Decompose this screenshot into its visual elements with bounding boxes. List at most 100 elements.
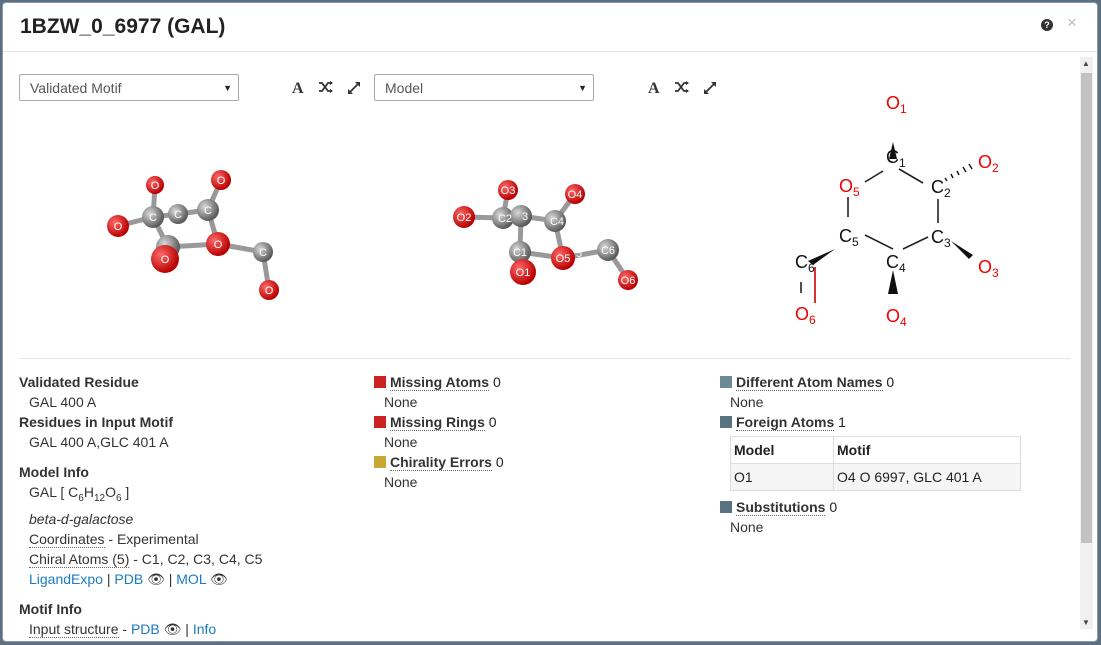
separator: - — [118, 620, 131, 637]
shuffle-icon[interactable] — [674, 80, 690, 98]
input-motif-value: GAL 400 A,GLC 401 A — [29, 434, 169, 450]
atom-index: 2 — [944, 186, 951, 200]
atom-label: O — [265, 285, 274, 297]
status-square — [720, 501, 732, 513]
modal-dialog: 1BZW_0_6977 (GAL) ? × Validated Motif ▼ … — [2, 2, 1098, 642]
middle-molecule-viewer[interactable]: O3 O4 O2 C2 3 C4 O1 O5 C1 5 C6 O6 — [443, 162, 663, 312]
svg-text:O1: O1 — [886, 93, 907, 116]
modal-title: 1BZW_0_6977 (GAL) — [20, 15, 226, 38]
atom-label: C2 — [498, 213, 512, 225]
svg-text:C5: C5 — [839, 226, 859, 249]
formula-h-sym: H — [83, 484, 94, 500]
missing-atoms-row: Missing Atoms 0 — [374, 372, 694, 392]
scroll-down-icon[interactable]: ▼ — [1082, 618, 1090, 627]
close-icon[interactable]: × — [1067, 14, 1077, 32]
input-structure-row: Input structure - PDB 👁 | Info — [19, 619, 359, 639]
missing-atoms-label[interactable]: Missing Atoms — [390, 374, 490, 391]
atom-label: O — [214, 239, 223, 251]
table-header-row: Model Motif — [730, 436, 1021, 464]
atom-symbol-o1: O — [886, 93, 900, 113]
chiral-label[interactable]: Chiral Atoms (5) — [29, 550, 130, 568]
missing-rings-value: None — [384, 434, 418, 450]
input-structure-label[interactable]: Input structure — [29, 620, 119, 638]
residue-info: Validated Residue GAL 400 A Residues in … — [19, 372, 359, 639]
foreign-row: Foreign Atoms 1 — [720, 412, 1060, 432]
atom-index: 5 — [852, 235, 859, 249]
expand-icon[interactable] — [703, 81, 717, 99]
chiral-value: - C1, C2, C3, C4, C5 — [129, 550, 263, 567]
status-square — [374, 416, 386, 428]
atom-label: C — [174, 209, 182, 221]
atom-symbol-c5: C — [839, 226, 852, 246]
chiral-row: Chiral Atoms (5) - C1, C2, C3, C4, C5 — [19, 549, 359, 569]
pdb-link[interactable]: PDB — [131, 621, 160, 637]
atom-label: O — [114, 221, 123, 233]
atom-label: C — [149, 212, 157, 224]
chirality-row: Chirality Errors 0 — [374, 452, 694, 472]
atom-label: O4 — [568, 189, 583, 201]
chirality-count: 0 — [495, 454, 504, 470]
left-view-select-value: Validated Motif — [30, 80, 122, 96]
left-molecule-viewer[interactable]: O O O C C O C O C O — [93, 162, 313, 312]
missing-atoms-count: 0 — [492, 374, 501, 390]
font-icon[interactable]: A — [292, 80, 304, 98]
atom-symbol-c6: C — [795, 252, 808, 272]
missing-rings-count: 0 — [488, 414, 497, 430]
chirality-label[interactable]: Chirality Errors — [390, 454, 492, 471]
status-square — [720, 416, 732, 428]
atom-label: 5 — [576, 248, 582, 260]
scrollbar[interactable]: ▲ ▼ — [1080, 57, 1093, 629]
links-row: LigandExpo | PDB 👁 | MOL 👁 — [19, 569, 359, 589]
atom-index: 3 — [992, 266, 999, 280]
errors-info: Missing Atoms 0 None Missing Rings 0 Non… — [374, 372, 694, 492]
status-square — [374, 456, 386, 468]
help-icon[interactable]: ? — [1041, 19, 1053, 31]
shuffle-icon[interactable] — [318, 80, 334, 98]
info-link[interactable]: Info — [193, 621, 216, 637]
atom-label: O5 — [556, 253, 571, 265]
scroll-up-icon[interactable]: ▲ — [1082, 59, 1090, 68]
atom-label: O1 — [516, 267, 531, 279]
mol-link[interactable]: MOL — [176, 571, 206, 587]
atom-label: O6 — [621, 275, 636, 287]
atom-index: 6 — [808, 261, 815, 275]
coordinates-label[interactable]: Coordinates — [29, 530, 105, 548]
atom-label: C — [259, 247, 267, 259]
formula-h: 12 — [93, 492, 106, 504]
eye-icon[interactable]: 👁 — [164, 621, 182, 637]
missing-rings-label[interactable]: Missing Rings — [390, 414, 485, 431]
ligandexpo-link[interactable]: LigandExpo — [29, 571, 103, 587]
foreign-count: 1 — [838, 414, 846, 430]
middle-view-select-value: Model — [385, 80, 424, 96]
subst-label[interactable]: Substitutions — [736, 499, 826, 516]
font-icon[interactable]: A — [648, 80, 660, 98]
eye-icon[interactable]: 👁 — [147, 571, 165, 587]
atom-label: O — [151, 180, 160, 192]
left-view-select[interactable]: Validated Motif ▼ — [19, 74, 239, 101]
svg-text:C1: C1 — [886, 147, 906, 170]
atom-symbol-o6: O — [795, 304, 809, 324]
atom-index: 4 — [900, 315, 907, 329]
atom-symbol-c4: C — [886, 252, 899, 272]
svg-text:O4: O4 — [886, 306, 907, 329]
svg-text:O3: O3 — [978, 257, 999, 280]
expand-icon[interactable] — [347, 81, 361, 99]
eye-icon[interactable]: 👁 — [210, 571, 228, 587]
atom-symbol-o4: O — [886, 306, 900, 326]
atom-label: 3 — [522, 211, 528, 223]
atom-index: 6 — [809, 313, 816, 327]
subst-count: 0 — [829, 499, 838, 515]
pdb-link[interactable]: PDB — [114, 571, 143, 587]
foreign-label[interactable]: Foreign Atoms — [736, 414, 835, 431]
subst-row: Substitutions 0 — [720, 497, 1060, 517]
atom-symbol-c2: C — [931, 177, 944, 197]
svg-text:C2: C2 — [931, 177, 951, 200]
svg-text:O6: O6 — [795, 304, 816, 327]
chevron-down-icon: ▼ — [578, 83, 587, 93]
diff-names-label[interactable]: Different Atom Names — [736, 374, 883, 391]
status-square — [374, 376, 386, 388]
middle-view-select[interactable]: Model ▼ — [374, 74, 594, 101]
modal-body: Validated Motif ▼ A Model ▼ A O O O C C … — [3, 52, 1097, 641]
scrollbar-thumb[interactable] — [1081, 73, 1092, 543]
formula-suffix: ] — [121, 484, 130, 500]
